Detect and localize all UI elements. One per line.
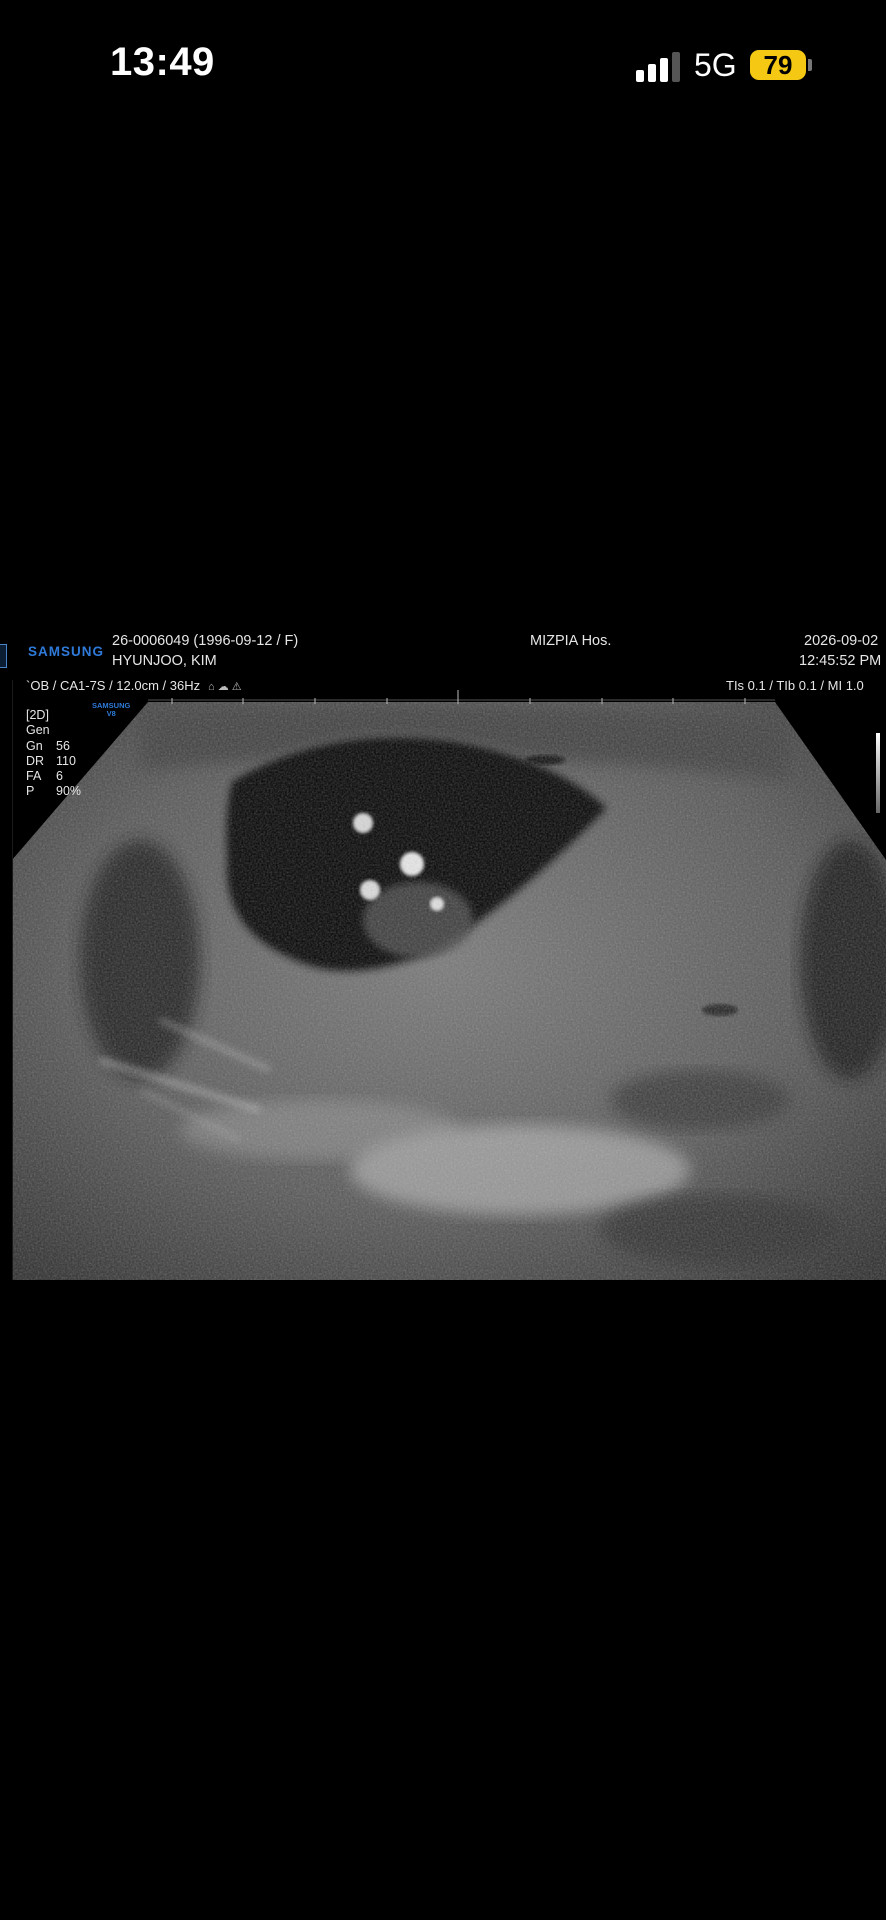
param-dynamic-range: DR 110 — [26, 754, 76, 768]
status-time: 13:49 — [110, 40, 215, 84]
probe-settings: `OB / CA1-7S / 12.0cm / 36Hz — [26, 678, 201, 693]
imaging-preset: Gen — [26, 723, 50, 737]
patient-name: HYUNJOO, KIM — [112, 653, 217, 669]
param-value: 90% — [56, 784, 82, 798]
param-power: P 90% — [26, 784, 81, 798]
param-label: DR — [26, 754, 45, 768]
network-type: 5G — [694, 47, 737, 83]
param-label: P — [26, 784, 35, 798]
battery-icon: 79 — [750, 50, 806, 80]
param-label: FA — [26, 769, 42, 783]
param-value: 110 — [56, 754, 76, 768]
param-value: 6 — [56, 769, 63, 783]
exam-time: 12:45:52 PM — [799, 653, 882, 669]
param-value: 56 — [56, 739, 70, 753]
hospital-name: MIZPIA Hos. — [530, 633, 612, 649]
ultrasound-scan-sector — [12, 690, 886, 1280]
gray-scale-bar — [876, 733, 880, 813]
samsung-v8-logo: SAMSUNG V8 — [92, 701, 131, 718]
cellular-signal-icon — [636, 50, 680, 82]
divider-line — [12, 680, 13, 1280]
thermal-index: TIs 0.1 / TIb 0.1 / MI 1.0 — [726, 678, 864, 693]
ultrasound-image[interactable]: SAMSUNG SAMSUNG V8 26-0006049 (1996-09-12… — [0, 630, 886, 1280]
selection-edge-marker — [0, 644, 7, 668]
patient-id: 26-0006049 (1996-09-12 / F) — [112, 633, 299, 649]
param-gain: Gn 56 — [26, 739, 70, 753]
imaging-mode: [2D] — [26, 708, 49, 722]
exam-date: 2026-09-02 — [804, 633, 879, 649]
battery-cap — [808, 59, 812, 71]
param-frame-average: FA 6 — [26, 769, 63, 783]
param-label: Gn — [26, 739, 43, 753]
probe-status-icons: ⌂ ☁ ⚠ — [208, 681, 242, 693]
samsung-logo: SAMSUNG — [28, 644, 105, 659]
